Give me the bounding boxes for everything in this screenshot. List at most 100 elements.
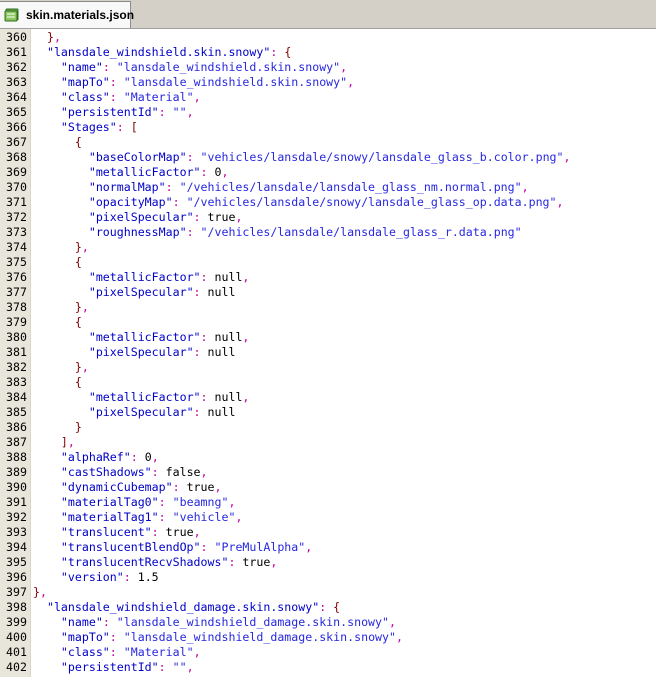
code-line: 373 "roughnessMap": "/vehicles/lansdale/… — [0, 225, 656, 240]
code-text: "pixelSpecular": null — [33, 405, 236, 420]
json-colon: : — [165, 180, 173, 194]
json-punct: , — [521, 180, 529, 194]
json-key: "roughnessMap" — [88, 225, 187, 239]
code-text: }, — [33, 360, 89, 375]
json-punct: , — [270, 555, 278, 569]
json-key: "class" — [60, 90, 110, 104]
json-string: "vehicle" — [172, 510, 236, 524]
json-key: "alphaRef" — [60, 450, 131, 464]
json-key: "name" — [60, 60, 103, 74]
line-number: 397 — [6, 585, 27, 599]
code-text: "mapTo": "lansdale_windshield.skin.snowy… — [33, 75, 354, 90]
json-colon: : — [109, 630, 117, 644]
code-text: "alphaRef": 0, — [33, 450, 159, 465]
code-text: "persistentId": "", — [33, 105, 194, 120]
json-punct: , — [200, 465, 208, 479]
line-number: 360 — [6, 30, 27, 44]
json-punct: , — [228, 495, 236, 509]
code-line: 399 "name": "lansdale_windshield_damage.… — [0, 615, 656, 630]
json-key: "baseColorMap" — [88, 150, 187, 164]
json-value: false — [165, 465, 201, 479]
code-text: "class": "Material", — [33, 90, 201, 105]
code-line: 368 "baseColorMap": "vehicles/lansdale/s… — [0, 150, 656, 165]
json-bracket: { — [74, 375, 82, 389]
code-text: { — [33, 315, 82, 330]
code-line: 372 "pixelSpecular": true, — [0, 210, 656, 225]
code-text: }, — [33, 240, 89, 255]
code-text: "lansdale_windshield_damage.skin.snowy":… — [33, 600, 340, 615]
line-number: 375 — [6, 255, 27, 269]
code-line: 384 "metallicFactor": null, — [0, 390, 656, 405]
json-value: 1.5 — [137, 570, 159, 584]
json-value: null — [207, 405, 236, 419]
json-bracket: { — [74, 135, 82, 149]
line-number: 401 — [6, 645, 27, 659]
code-line: 377 "pixelSpecular": null — [0, 285, 656, 300]
json-value: null — [207, 285, 236, 299]
json-colon: : — [319, 600, 327, 614]
json-punct: , — [81, 360, 89, 374]
code-line: 370 "normalMap": "/vehicles/lansdale/lan… — [0, 180, 656, 195]
code-text: "baseColorMap": "vehicles/lansdale/snowy… — [33, 150, 571, 165]
json-colon: : — [102, 60, 110, 74]
line-number: 371 — [6, 195, 27, 209]
json-value: null — [214, 270, 243, 284]
json-punct: , — [347, 75, 355, 89]
line-number: 367 — [6, 135, 27, 149]
json-key: "pixelSpecular" — [88, 210, 194, 224]
json-key: "translucentRecvShadows" — [60, 555, 229, 569]
code-text: }, — [33, 300, 89, 315]
line-number: 398 — [6, 600, 27, 614]
json-colon: : — [270, 45, 278, 59]
code-line: 380 "metallicFactor": null, — [0, 330, 656, 345]
json-punct: , — [214, 480, 222, 494]
json-value: true — [242, 555, 271, 569]
line-number: 364 — [6, 90, 27, 104]
json-colon: : — [109, 90, 117, 104]
json-punct: , — [556, 195, 564, 209]
code-line: 387 ], — [0, 435, 656, 450]
json-key: "class" — [60, 645, 110, 659]
json-colon: : — [109, 645, 117, 659]
json-string: "lansdale_windshield.skin.snowy" — [116, 60, 341, 74]
json-value: true — [165, 525, 194, 539]
code-line: 375 { — [0, 255, 656, 270]
code-text: { — [33, 135, 82, 150]
json-punct: , — [221, 165, 229, 179]
code-text: { — [33, 255, 82, 270]
code-line: 362 "name": "lansdale_windshield.skin.sn… — [0, 60, 656, 75]
code-line: 395 "translucentRecvShadows": true, — [0, 555, 656, 570]
code-text: "opacityMap": "/vehicles/lansdale/snowy/… — [33, 195, 564, 210]
code-text: "class": "Material", — [33, 645, 201, 660]
code-line: 388 "alphaRef": 0, — [0, 450, 656, 465]
line-number: 399 — [6, 615, 27, 629]
code-line: 378 }, — [0, 300, 656, 315]
json-key: "metallicFactor" — [88, 165, 201, 179]
code-text: "metallicFactor": null, — [33, 390, 250, 405]
json-bracket: { — [333, 600, 341, 614]
code-editor[interactable]: 360 }, 361 "lansdale_windshield.skin.snow… — [0, 29, 656, 677]
code-text: "roughnessMap": "/vehicles/lansdale/lans… — [33, 225, 522, 240]
code-text: "Stages": [ — [33, 120, 138, 135]
code-text: "pixelSpecular": null — [33, 285, 236, 300]
json-colon: : — [200, 330, 208, 344]
json-value: true — [186, 480, 215, 494]
code-text: "materialTag1": "vehicle", — [33, 510, 243, 525]
tab-skin-materials-json[interactable]: skin.materials.json — [0, 1, 134, 28]
json-colon: : — [193, 345, 201, 359]
code-text: "castShadows": false, — [33, 465, 208, 480]
line-number: 402 — [6, 660, 27, 674]
code-line: 402 "persistentId": "", — [0, 660, 656, 675]
json-string: "Material" — [123, 645, 194, 659]
code-line: 393 "translucent": true, — [0, 525, 656, 540]
line-number: 389 — [6, 465, 27, 479]
code-line: 382 }, — [0, 360, 656, 375]
json-punct: , — [67, 435, 75, 449]
code-text: }, — [33, 30, 61, 45]
code-text: "name": "lansdale_windshield_damage.skin… — [33, 615, 396, 630]
json-value: null — [214, 390, 243, 404]
json-colon: : — [186, 150, 194, 164]
code-text: ], — [33, 435, 75, 450]
code-lines: 360 }, 361 "lansdale_windshield.skin.snow… — [0, 30, 656, 675]
json-string: "vehicles/lansdale/snowy/lansdale_glass_… — [200, 150, 564, 164]
